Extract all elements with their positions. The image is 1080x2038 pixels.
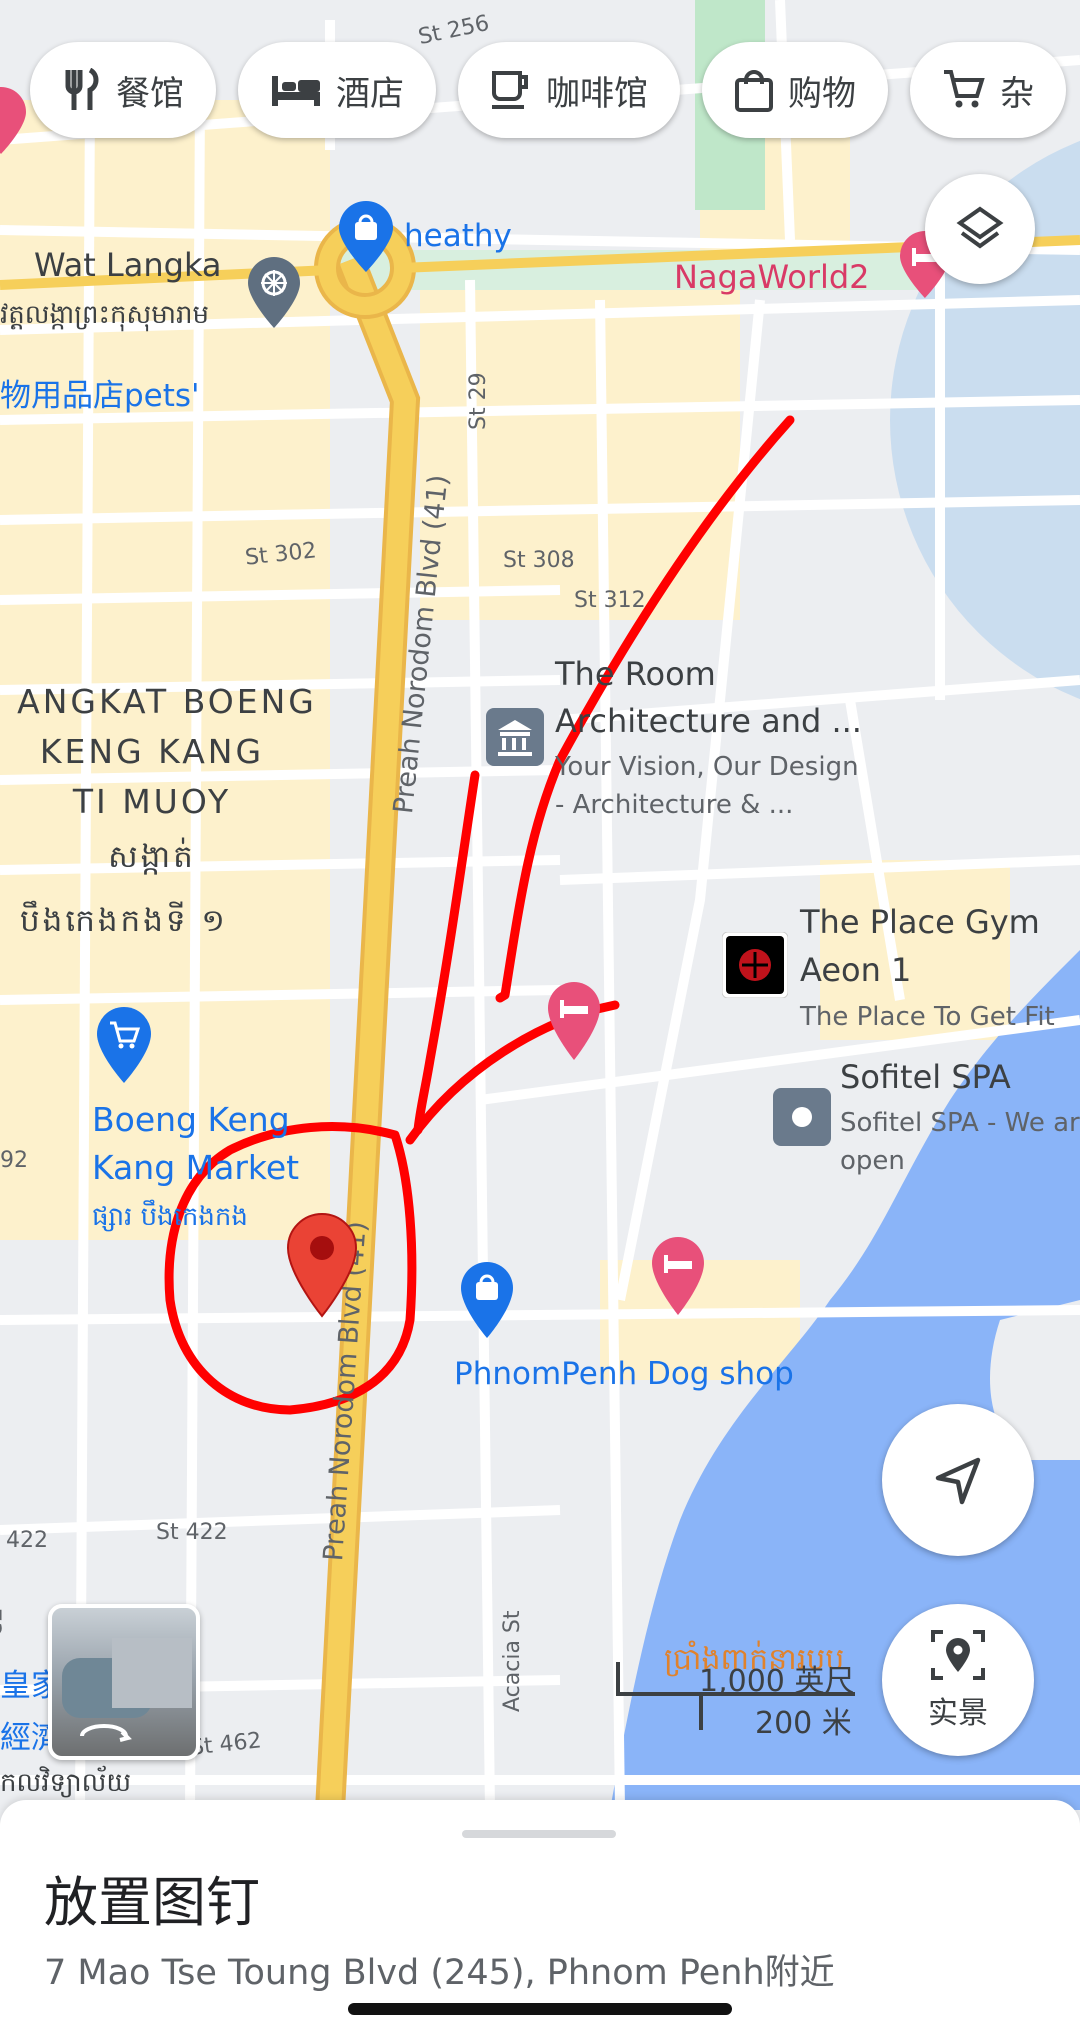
fork-knife-icon xyxy=(65,68,99,110)
chip-label: 餐馆 xyxy=(116,73,184,114)
shopping-cart-icon xyxy=(944,70,985,108)
drag-handle[interactable] xyxy=(462,1830,616,1838)
chip-label: 杂 xyxy=(1000,73,1034,114)
scale-bar: 1,000 英尺 200 米 xyxy=(615,1654,855,1741)
chip-restaurants[interactable]: 餐馆 xyxy=(30,42,216,138)
poi-label-the-room-1[interactable]: The Room xyxy=(555,655,716,693)
poi-label-gym-1[interactable]: The Place Gym xyxy=(800,903,1040,941)
chip-label: 购物 xyxy=(788,73,856,114)
street-label-422: 422 xyxy=(6,1528,48,1553)
category-chips: 餐馆 酒店 咖啡馆 购物 杂 xyxy=(30,42,1066,138)
street-view-label: 实景 xyxy=(928,1696,988,1731)
bed-icon xyxy=(272,76,320,106)
navigation-arrow-icon xyxy=(935,1457,981,1505)
chip-groceries[interactable]: 杂 xyxy=(910,42,1066,138)
poi-label-wat-langka[interactable]: Wat Langka xyxy=(34,246,222,284)
poi-label-pets[interactable]: 物用品店pets' xyxy=(0,370,200,415)
scale-imperial: 1,000 英尺 xyxy=(699,1664,855,1699)
poi-sub-sofitel-1: Sofitel SPA - We ar xyxy=(840,1108,1080,1138)
chip-shopping[interactable]: 购物 xyxy=(702,42,888,138)
layers-icon xyxy=(956,206,1004,249)
street-label-st29: St 29 xyxy=(466,372,491,430)
district-label-km1: សង្កាត់ xyxy=(108,839,196,875)
poi-label-market-2[interactable]: Kang Market xyxy=(92,1148,299,1187)
street-label-acacia: Acacia St xyxy=(500,1610,525,1712)
street-view-button[interactable]: 实景 xyxy=(882,1604,1034,1756)
poi-sub-the-room-2: - Architecture & ... xyxy=(555,790,794,820)
poi-sub-sofitel-2: open xyxy=(840,1146,905,1176)
scale-metric: 200 米 xyxy=(755,1706,852,1741)
chip-cafes[interactable]: 咖啡馆 xyxy=(458,42,680,138)
district-label-1: ANGKAT BOENG xyxy=(17,682,317,721)
street-label-st312: St 312 xyxy=(574,588,646,613)
poi-label-kh-school: កលវិទ្យាល័យ xyxy=(0,1768,132,1798)
shopping-bag-icon xyxy=(735,70,773,112)
street-view-thumbnail[interactable] xyxy=(48,1604,200,1760)
poi-label-dog-shop[interactable]: PhnomPenh Dog shop xyxy=(454,1356,794,1392)
chip-label: 酒店 xyxy=(336,73,404,114)
district-label-3: TI MUOY xyxy=(72,782,232,821)
my-location-button[interactable] xyxy=(882,1404,1034,1556)
poi-sub-gym: The Place To Get Fit xyxy=(800,1002,1055,1032)
district-label-2: KENG KANG xyxy=(39,732,265,771)
poi-label-the-room-2[interactable]: Architecture and ... xyxy=(555,702,862,740)
poi-label-market-km: ផ្សារ បឹងកេងកង xyxy=(92,1202,248,1232)
street-label-st422: St 422 xyxy=(156,1520,228,1545)
street-view-icon xyxy=(931,1630,985,1680)
layers-button[interactable] xyxy=(925,174,1035,284)
coffee-cup-icon xyxy=(492,71,528,109)
poi-label-gym-2[interactable]: Aeon 1 xyxy=(800,951,911,989)
chip-hotels[interactable]: 酒店 xyxy=(238,42,436,138)
poi-label-wat-langka-km: វត្តលង្កាព្រះកុសុមារាម xyxy=(0,300,209,330)
street-label-73: 73 xyxy=(0,1608,4,1636)
district-label-km2: បឹងកេងកងទី ១ xyxy=(20,903,228,939)
chip-label: 咖啡馆 xyxy=(546,73,648,114)
poi-label-sofitel[interactable]: Sofitel SPA xyxy=(840,1058,1011,1096)
poi-label-market-1[interactable]: Boeng Keng xyxy=(92,1100,290,1139)
street-label-st308: St 308 xyxy=(503,548,575,573)
poi-label-heathy[interactable]: heathy xyxy=(404,218,512,254)
sheet-address: 7 Mao Tse Toung Blvd (245), Phnom Penh附近 xyxy=(44,1953,835,1993)
street-label-92: 92 xyxy=(0,1148,28,1173)
poi-sub-the-room-1: Your Vision, Our Design xyxy=(555,752,859,782)
sheet-title: 放置图钉 xyxy=(44,1871,260,1934)
home-indicator xyxy=(348,2003,732,2015)
poi-label-nagaworld[interactable]: NagaWorld2 xyxy=(674,258,870,296)
